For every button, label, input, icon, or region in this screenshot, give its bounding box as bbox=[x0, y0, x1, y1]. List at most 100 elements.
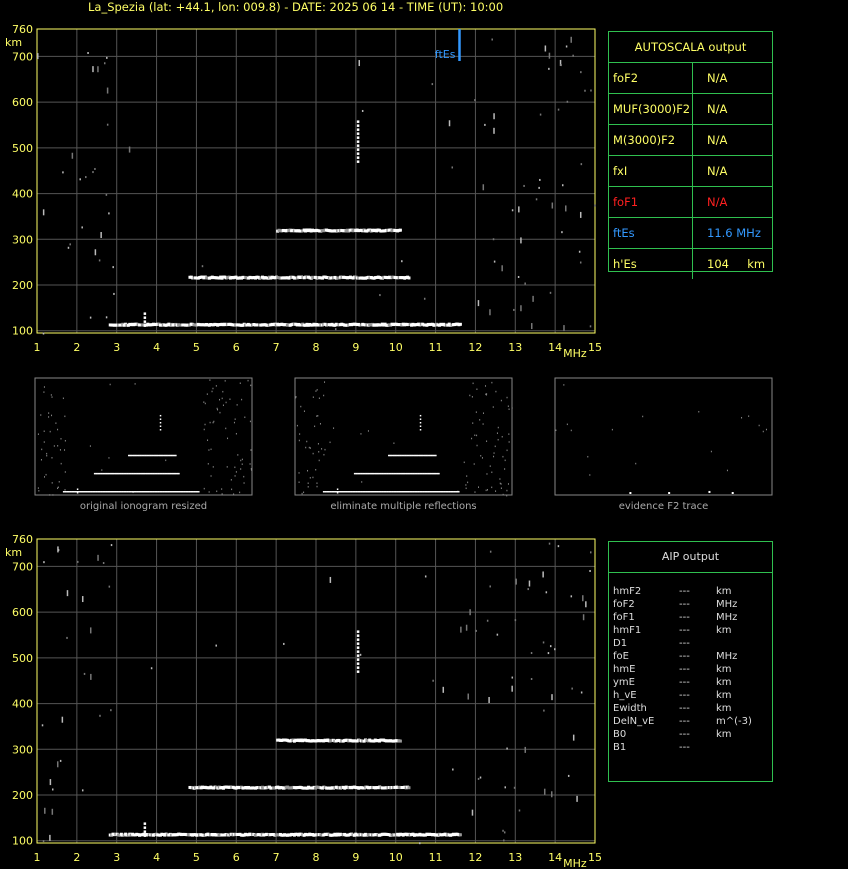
noise-dot bbox=[300, 405, 302, 408]
noise-dot bbox=[502, 829, 504, 832]
noise-dot bbox=[203, 428, 205, 431]
noise-dot bbox=[92, 66, 94, 73]
noise-dot bbox=[539, 178, 541, 181]
trace-point bbox=[356, 160, 360, 163]
noise-dot bbox=[589, 570, 591, 573]
noise-dot bbox=[589, 474, 591, 476]
noise-dot bbox=[211, 390, 213, 393]
noise-dot bbox=[60, 462, 62, 465]
noise-dot bbox=[504, 786, 507, 789]
trace-point bbox=[143, 316, 147, 319]
thumb-trace-point bbox=[175, 454, 177, 457]
aip-header: AIP output bbox=[609, 542, 772, 573]
noise-dot bbox=[469, 609, 471, 616]
aip-value: --- bbox=[679, 599, 690, 610]
noise-dot bbox=[587, 455, 589, 458]
x-tick-label: 5 bbox=[193, 851, 200, 864]
ionogram-2: 1 2 3 4 5 6 7 8 9 10 11 12 13 14 151002003004005006007… bbox=[5, 533, 602, 869]
noise-dot bbox=[485, 394, 487, 396]
noise-dot bbox=[37, 53, 39, 60]
noise-dot bbox=[589, 325, 592, 328]
noise-dot bbox=[566, 100, 569, 103]
caption-evidence: evidence F2 trace bbox=[618, 501, 709, 512]
noise-dot bbox=[212, 387, 214, 390]
noise-dot bbox=[542, 641, 545, 644]
noise-dot bbox=[312, 476, 314, 479]
noise-dot bbox=[361, 481, 363, 483]
noise-dot bbox=[298, 472, 300, 474]
x-tick-label: 8 bbox=[313, 341, 320, 354]
noise-dot bbox=[62, 397, 64, 400]
trace-point bbox=[356, 662, 360, 665]
noise-dot bbox=[44, 476, 46, 478]
noise-dot bbox=[55, 422, 57, 424]
noise-dot bbox=[590, 89, 592, 92]
noise-dot bbox=[128, 146, 131, 153]
noise-dot bbox=[566, 423, 568, 426]
noise-dot bbox=[548, 52, 551, 59]
noise-dot bbox=[87, 51, 89, 54]
noise-dot bbox=[217, 408, 219, 411]
noise-dot bbox=[489, 465, 491, 467]
noise-dot bbox=[307, 482, 309, 484]
noise-dot bbox=[710, 450, 712, 453]
noise-dot bbox=[580, 691, 583, 694]
autoscala-key: MUF(3000)F2 bbox=[609, 94, 693, 124]
noise-dot bbox=[476, 434, 478, 437]
noise-dot bbox=[250, 468, 252, 470]
noise-dot bbox=[213, 420, 215, 423]
trace-point bbox=[356, 124, 360, 127]
noise-dot bbox=[585, 601, 587, 608]
noise-dot bbox=[432, 679, 434, 682]
noise-dot bbox=[94, 249, 97, 256]
trace-point bbox=[458, 833, 462, 837]
autoscala-row: ftEs 11.6 MHz bbox=[609, 218, 772, 249]
aip-value: --- bbox=[679, 586, 690, 597]
noise-dot bbox=[48, 412, 50, 414]
autoscala-value: N/A bbox=[707, 164, 728, 178]
noise-dot bbox=[209, 421, 211, 424]
noise-dot bbox=[460, 626, 462, 633]
noise-dot bbox=[51, 457, 53, 459]
noise-dot bbox=[486, 619, 489, 622]
noise-dot bbox=[37, 487, 39, 489]
noise-dot bbox=[542, 571, 544, 578]
noise-dot bbox=[497, 426, 499, 429]
noise-dot bbox=[401, 260, 403, 263]
noise-dot bbox=[518, 206, 520, 213]
noise-dots bbox=[41, 542, 592, 845]
trace bbox=[188, 275, 411, 280]
noise-dot bbox=[237, 454, 239, 456]
noise-dot bbox=[515, 578, 517, 585]
noise-dot bbox=[523, 184, 525, 187]
noise-dot bbox=[316, 389, 318, 391]
noise-dot bbox=[589, 551, 592, 554]
noise-dot bbox=[81, 226, 83, 229]
aip-name: foF1 bbox=[613, 612, 635, 623]
noise-dot bbox=[321, 448, 323, 450]
noise-dot bbox=[247, 379, 249, 382]
noise-dot bbox=[60, 438, 62, 440]
x-tick-label: 12 bbox=[468, 341, 482, 354]
noise-dot bbox=[204, 423, 206, 426]
noise-dot bbox=[551, 694, 553, 701]
noise-dot bbox=[554, 648, 556, 651]
autoscala-key: foF1 bbox=[609, 187, 693, 217]
noise-dot bbox=[579, 261, 582, 264]
noise-dot bbox=[393, 442, 395, 444]
noise-dot bbox=[49, 494, 51, 496]
aip-unit: km bbox=[716, 729, 732, 740]
noise-dot bbox=[465, 487, 467, 490]
x-tick-label: 15 bbox=[588, 341, 602, 354]
noise-dot bbox=[219, 398, 221, 401]
noise-dot bbox=[210, 475, 212, 477]
noise-dot bbox=[513, 308, 515, 311]
noise-dot bbox=[240, 459, 242, 462]
noise-dot bbox=[379, 294, 381, 297]
noise-dot bbox=[303, 410, 305, 412]
noise-dot bbox=[40, 459, 42, 461]
noise-dot bbox=[81, 596, 84, 603]
trace-point bbox=[143, 324, 147, 327]
noise-dot bbox=[550, 791, 553, 798]
aip-value: --- bbox=[679, 677, 690, 688]
